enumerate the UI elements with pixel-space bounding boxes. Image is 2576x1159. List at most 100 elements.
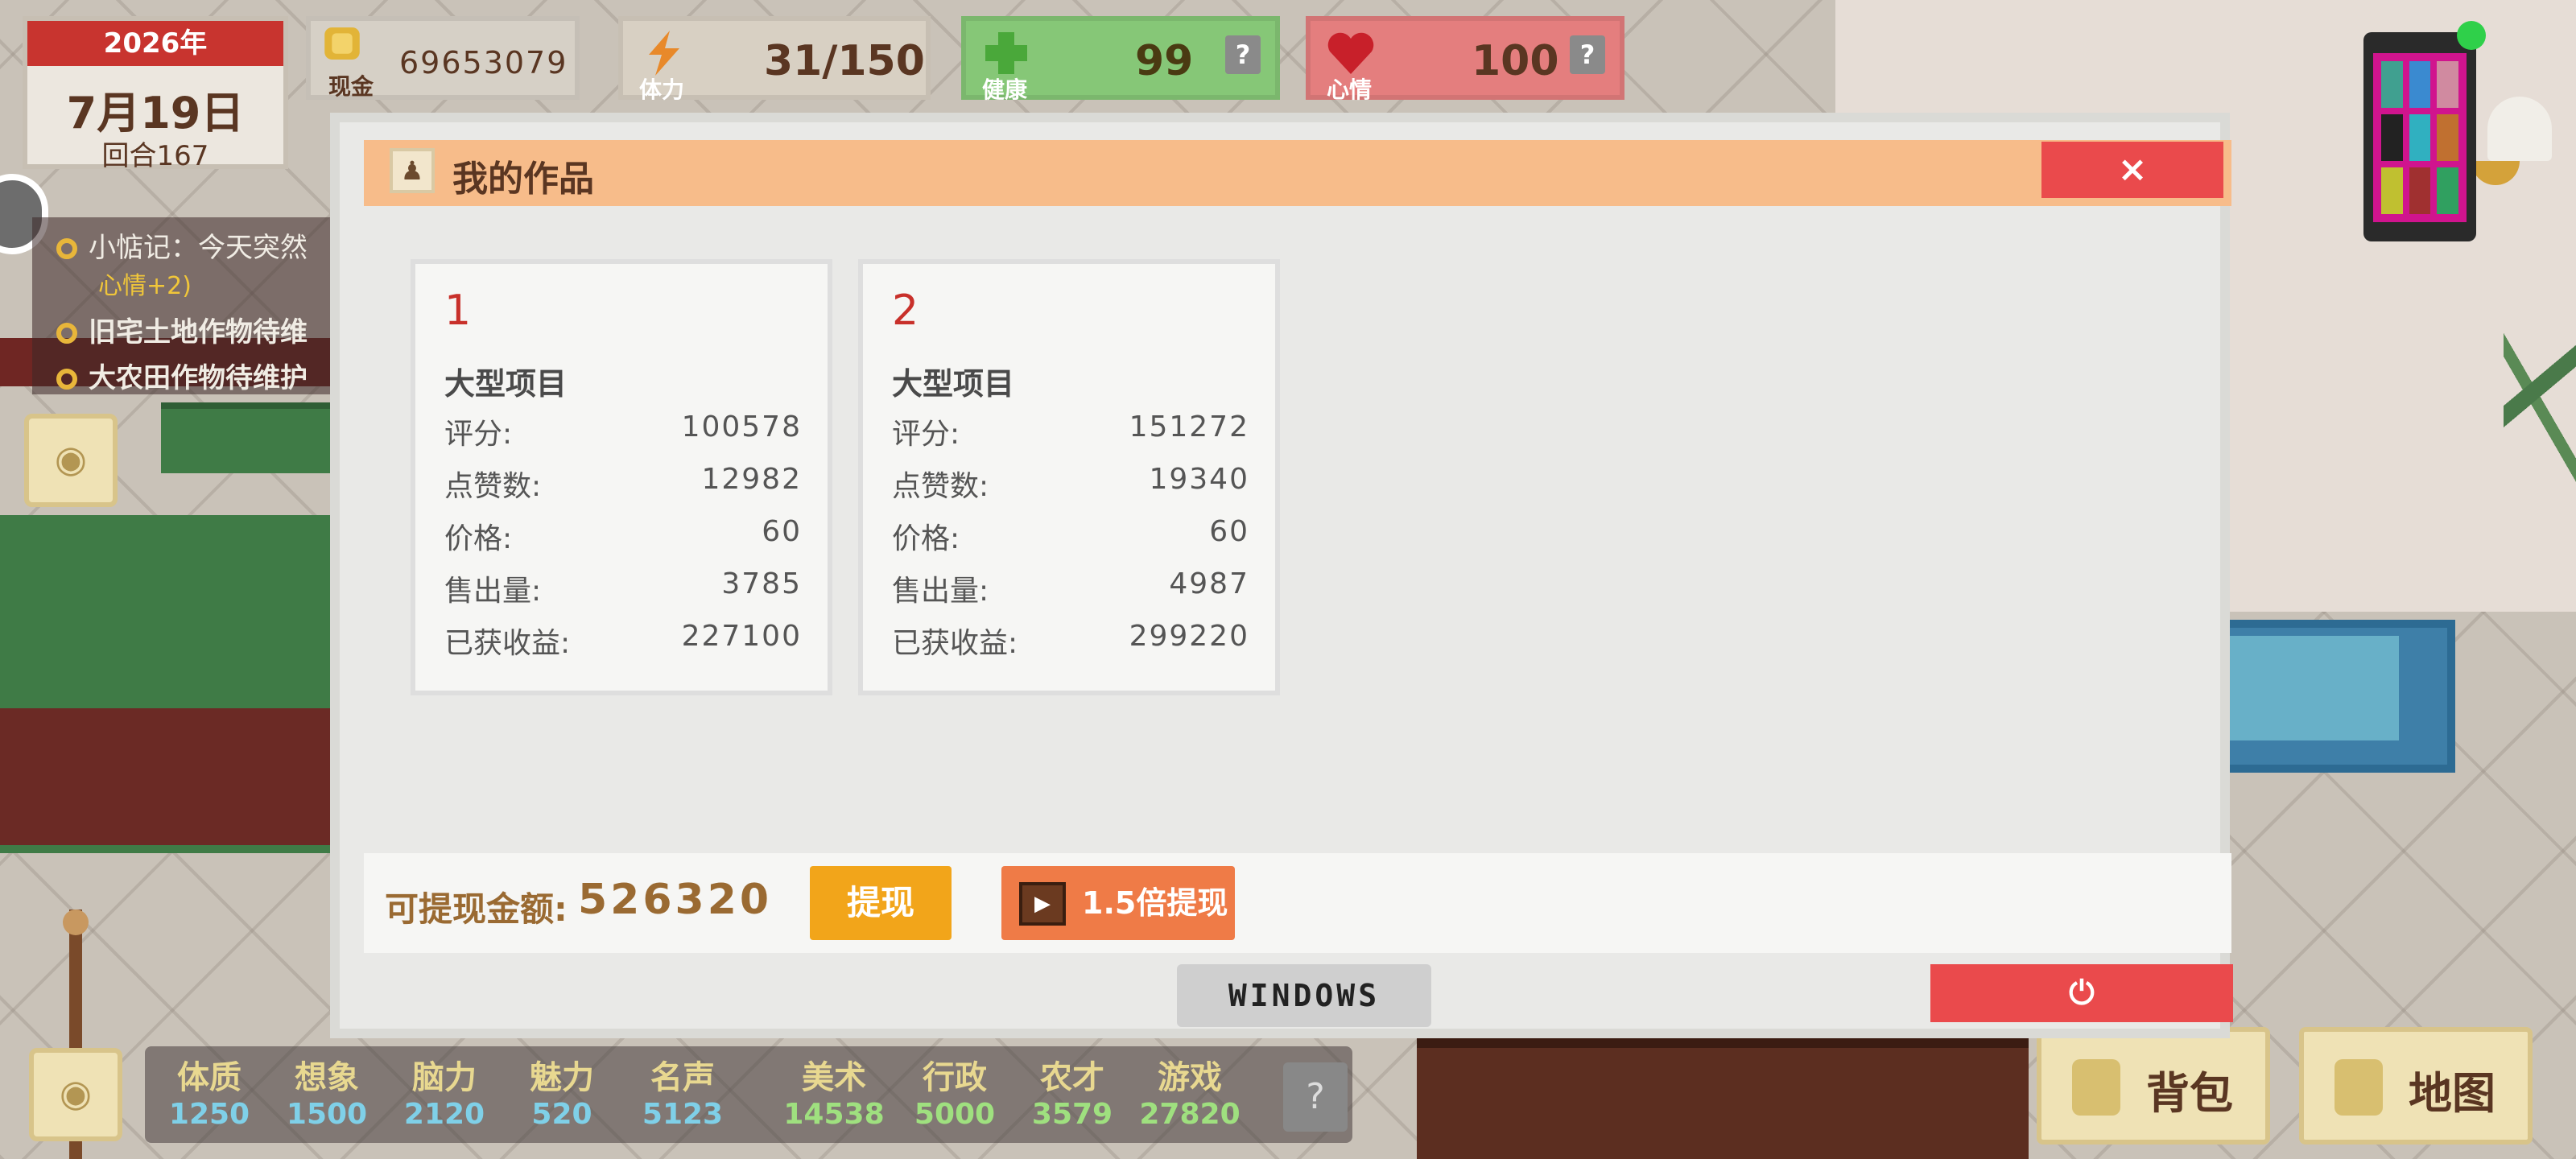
attribute: 体质 1250 <box>153 1051 266 1131</box>
attribute: 名声 5123 <box>626 1051 739 1131</box>
attribute-value: 5000 <box>914 1098 996 1131</box>
stat-key: 点赞数: <box>444 470 542 503</box>
phone-screen <box>2373 53 2467 222</box>
attribute-name: 名声 <box>650 1059 715 1096</box>
attribute-name: 体质 <box>177 1059 242 1096</box>
stat-value: 151272 <box>1129 410 1249 443</box>
heart-icon <box>1327 32 1374 74</box>
health-stat: 健康 99 ? <box>961 16 1280 103</box>
cash-stat: 现金 69653079 <box>306 16 580 100</box>
cash-value: 69653079 <box>399 45 568 80</box>
date-label: 7月19日 <box>66 88 245 138</box>
quest-item[interactable]: 小惦记：今天突然 <box>56 225 308 265</box>
stat-key: 价格: <box>892 522 960 555</box>
quest-ring-icon <box>56 369 77 390</box>
health-help-button[interactable]: ? <box>1225 35 1261 74</box>
eye-icon[interactable]: ◉ <box>24 414 118 507</box>
withdraw-1-5x-button[interactable]: ▶ 1.5倍提现 <box>1001 866 1235 940</box>
stat-key: 售出量: <box>892 575 989 608</box>
stat-value: 299220 <box>1129 620 1249 653</box>
withdraw-1-5x-label: 1.5倍提现 <box>1082 885 1228 921</box>
stat-value: 100578 <box>681 410 802 443</box>
bed-base <box>0 708 354 845</box>
backpack-label: 背包 <box>2146 1068 2233 1119</box>
map-label: 地图 <box>2409 1068 2496 1119</box>
stat-key: 点赞数: <box>892 470 989 503</box>
stat-key: 售出量: <box>444 575 542 608</box>
stat-key: 已获收益: <box>444 627 571 660</box>
attributes-help-button[interactable]: ? <box>1283 1062 1348 1132</box>
video-icon: ▶ <box>1019 882 1066 926</box>
plant <box>2504 298 2576 507</box>
withdraw-button[interactable]: 提现 <box>810 866 952 940</box>
energy-stat: 体力 31/150 <box>618 16 931 103</box>
backpack-button[interactable]: 背包 <box>2037 1027 2270 1145</box>
quest-item[interactable]: 大农田作物待维护 <box>56 356 308 395</box>
dialog-title: 我的作品 <box>452 159 594 200</box>
attribute-value: 520 <box>531 1098 592 1131</box>
map-button[interactable]: 地图 <box>2299 1027 2533 1145</box>
attribute-name: 游戏 <box>1158 1059 1222 1096</box>
health-value: 99 <box>1135 37 1194 85</box>
work-card[interactable]: 1 大型项目 评分: 100578 点赞数: 12982 价格: 60 售出量:… <box>411 259 832 695</box>
attribute: 魅力 520 <box>506 1051 618 1131</box>
dialog-header <box>364 140 2231 206</box>
eye-icon[interactable]: ◉ <box>29 1048 122 1141</box>
stat-value: 12982 <box>701 463 802 496</box>
attribute: 想象 1500 <box>270 1051 383 1131</box>
quest-note: 心情+2) <box>98 272 192 300</box>
health-label: 健康 <box>982 76 1028 103</box>
floor-lamp-top <box>63 909 89 935</box>
close-button[interactable]: × <box>2041 142 2223 198</box>
work-index: 1 <box>444 287 472 335</box>
date-panel: 2026年 7月19日 回合167 <box>23 16 288 172</box>
attribute-value: 5123 <box>642 1098 724 1131</box>
phone-button[interactable] <box>2363 32 2476 241</box>
stat-key: 价格: <box>444 522 513 555</box>
stat-value: 227100 <box>681 620 802 653</box>
attribute-name: 想象 <box>295 1059 359 1096</box>
bed-pillow <box>161 402 354 473</box>
quest-text: 大农田作物待维护 <box>89 362 308 394</box>
work-card[interactable]: 2 大型项目 评分: 151272 点赞数: 19340 价格: 60 售出量:… <box>858 259 1280 695</box>
power-button[interactable]: ⏻ <box>1930 964 2233 1022</box>
bath-mat-inner <box>2222 636 2399 740</box>
attribute-value: 2120 <box>403 1098 485 1131</box>
mood-value: 100 <box>1472 37 1559 85</box>
attribute: 脑力 2120 <box>388 1051 501 1131</box>
mood-help-button[interactable]: ? <box>1570 35 1605 74</box>
attribute: 行政 5000 <box>898 1051 1011 1131</box>
desk <box>1417 1038 2029 1159</box>
withdraw-amount-value: 526320 <box>578 876 773 924</box>
quest-item[interactable]: 旧宅土地作物待维 <box>56 310 308 349</box>
stat-key: 评分: <box>892 418 960 451</box>
attribute: 美术 14538 <box>778 1051 890 1131</box>
cash-label: 现金 <box>328 73 374 100</box>
attribute-value: 1250 <box>168 1098 250 1131</box>
quest-ring-icon <box>56 323 77 344</box>
quest-text: 小惦记：今天突然 <box>89 232 308 264</box>
attribute-value: 27820 <box>1139 1098 1241 1131</box>
quest-ring-icon <box>56 238 77 259</box>
round-label: 回合167 <box>101 140 209 172</box>
stat-value: 19340 <box>1149 463 1249 496</box>
mood-label: 心情 <box>1327 76 1373 103</box>
lightning-icon <box>649 31 679 76</box>
mood-stat: 心情 100 ? <box>1306 16 1624 103</box>
windows-button[interactable]: WINDOWS <box>1177 964 1431 1027</box>
attribute: 游戏 27820 <box>1133 1051 1246 1131</box>
my-works-dialog: ♟ 我的作品 × 1 大型项目 评分: 100578 点赞数: 12982 价格… <box>330 113 2233 1038</box>
attribute-value: 3579 <box>1031 1098 1113 1131</box>
work-type: 大型项目 <box>892 366 1015 402</box>
stat-key: 已获收益: <box>892 627 1018 660</box>
wall-lamp <box>2487 97 2552 161</box>
withdraw-amount-label: 可提现金额: <box>385 889 568 929</box>
stat-key: 评分: <box>444 418 513 451</box>
quest-text: 旧宅土地作物待维 <box>89 316 308 349</box>
attribute-value: 14538 <box>783 1098 885 1131</box>
backpack-icon <box>2072 1059 2120 1116</box>
coin-icon <box>324 27 360 60</box>
year-label: 2026年 <box>27 21 283 66</box>
withdraw-bar: 可提现金额: 526320 提现 ▶ 1.5倍提现 <box>364 853 2231 953</box>
attribute-name: 行政 <box>923 1059 987 1096</box>
